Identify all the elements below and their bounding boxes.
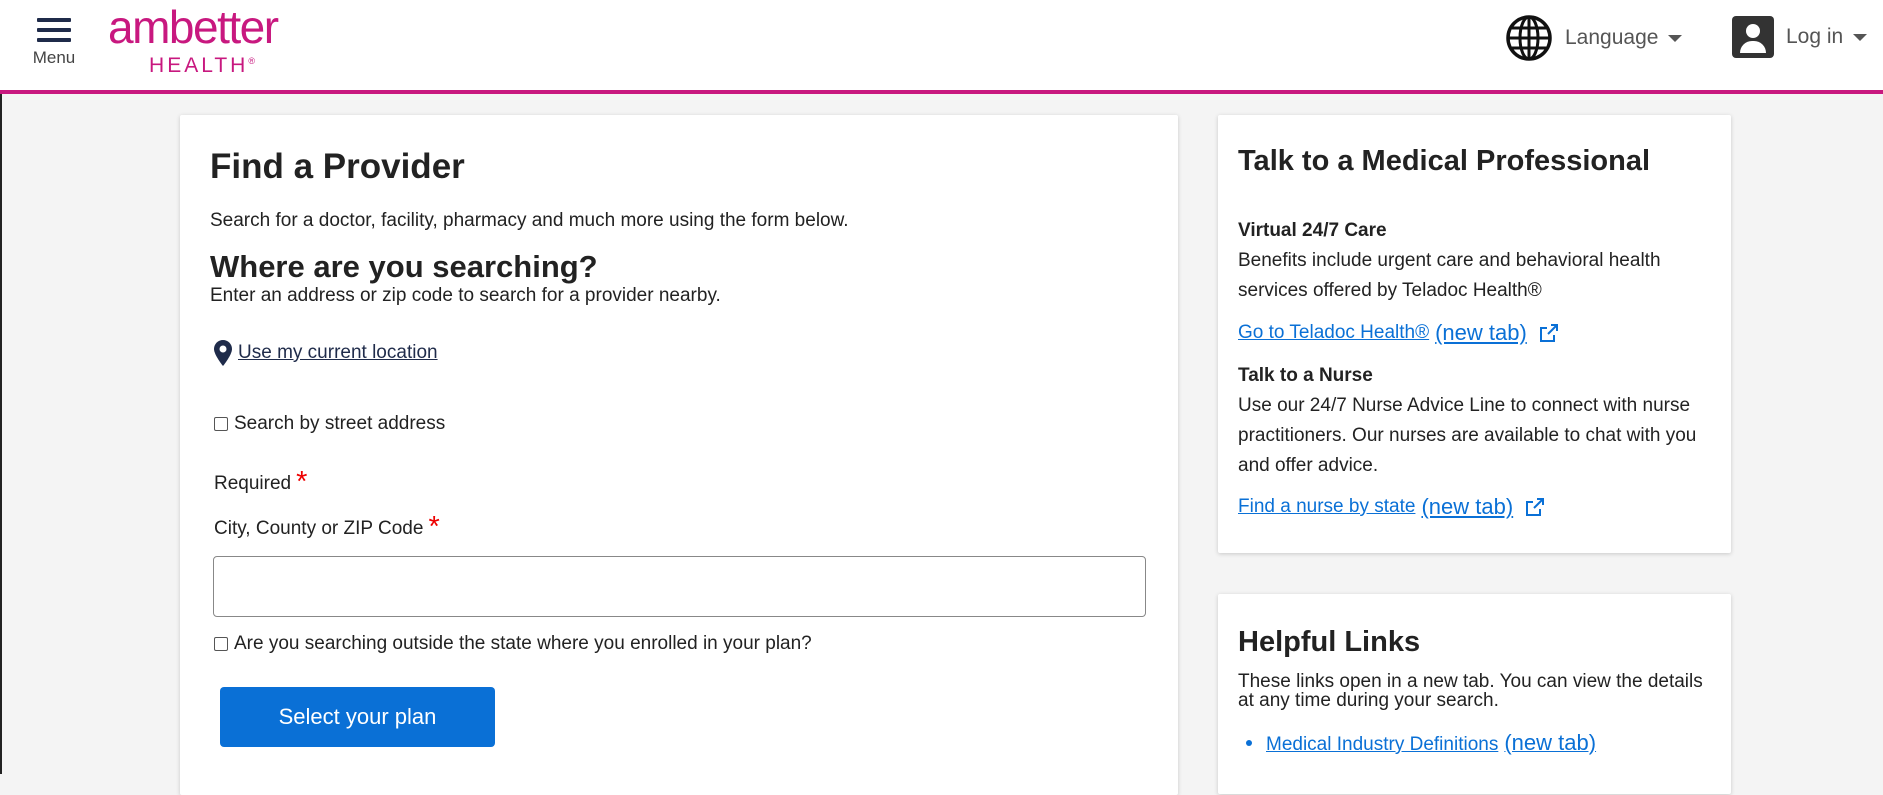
street-address-option: Search by street address — [214, 413, 445, 435]
outside-state-label: Are you searching outside the state wher… — [234, 633, 812, 654]
window-left-border — [0, 0, 2, 774]
street-address-label: Search by street address — [234, 413, 446, 434]
language-dropdown[interactable]: Language — [1505, 12, 1683, 64]
medical-card-title: Talk to a Medical Professional — [1238, 145, 1651, 177]
intro-text: Search for a doctor, facility, pharmacy … — [210, 210, 849, 231]
bullet-icon — [1246, 740, 1252, 746]
map-pin-icon — [214, 340, 232, 366]
ambetter-health-logo[interactable]: ambetter HEALTH® — [108, 1, 279, 77]
logo-wordmark-top: ambetter — [108, 1, 279, 53]
menu-button[interactable]: Menu — [30, 18, 78, 68]
virtual-care-heading: Virtual 24/7 Care — [1238, 220, 1387, 241]
nurse-state-link[interactable]: Find a nurse by state (new tab) — [1238, 494, 1545, 520]
find-provider-card: Find a Provider Search for a doctor, fac… — [180, 115, 1178, 795]
required-star: * — [296, 466, 308, 498]
language-label: Language — [1565, 26, 1659, 49]
teladoc-link[interactable]: Go to Teladoc Health® (new tab) — [1238, 320, 1559, 346]
list-item: Medical Industry Definitions (new tab) — [1246, 730, 1596, 756]
menu-label: Menu — [32, 48, 76, 67]
hamburger-icon — [30, 18, 78, 42]
nurse-text: Use our 24/7 Nurse Advice Line to connec… — [1238, 395, 1697, 476]
chevron-down-icon — [1668, 34, 1683, 42]
login-dropdown[interactable]: Log in — [1732, 15, 1868, 59]
zip-field-label: City, County or ZIP Code * — [214, 511, 440, 543]
nurse-heading: Talk to a Nurse — [1238, 365, 1373, 386]
virtual-care-text: Benefits include urgent care and behavio… — [1238, 250, 1661, 301]
external-link-icon — [1526, 498, 1545, 516]
login-label: Log in — [1786, 25, 1844, 48]
outside-state-checkbox[interactable] — [214, 637, 228, 651]
use-current-location-link[interactable]: Use my current location — [238, 342, 438, 364]
user-icon — [1732, 16, 1774, 58]
helpful-links-card: Helpful Links These links open in a new … — [1218, 594, 1731, 794]
where-heading: Where are you searching? — [210, 249, 598, 284]
external-link-icon — [1539, 324, 1558, 342]
where-subtext: Enter an address or zip code to search f… — [210, 285, 721, 306]
outside-state-option: Are you searching outside the state wher… — [214, 633, 812, 655]
required-star: * — [428, 511, 440, 543]
page-title: Find a Provider — [210, 147, 465, 186]
logo-wordmark-bottom: HEALTH® — [149, 54, 255, 77]
street-address-checkbox[interactable] — [214, 417, 228, 431]
globe-icon — [1506, 15, 1552, 61]
helpful-links-text: These links open in a new tab. You can v… — [1238, 671, 1703, 711]
required-note: Required * — [214, 466, 308, 498]
use-location-row: Use my current location — [214, 340, 438, 366]
medical-professional-card: Talk to a Medical Professional Virtual 2… — [1218, 115, 1731, 553]
location-input[interactable] — [213, 556, 1146, 617]
chevron-down-icon — [1853, 33, 1868, 41]
site-header: Menu ambetter HEALTH® Language Log in — [0, 0, 1883, 94]
select-plan-button[interactable]: Select your plan — [220, 687, 495, 747]
helpful-links-title: Helpful Links — [1238, 626, 1421, 658]
medical-definitions-link[interactable]: Medical Industry Definitions (new tab) — [1266, 730, 1596, 756]
